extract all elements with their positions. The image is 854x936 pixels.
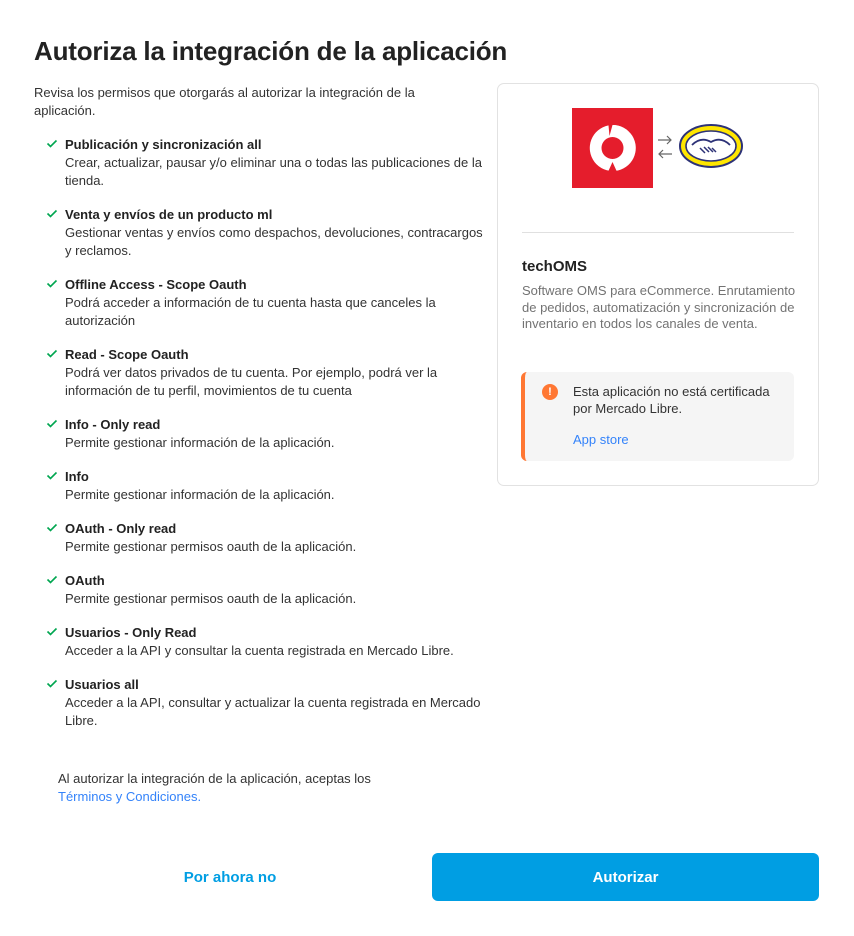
permission-description: Crear, actualizar, pausar y/o eliminar u… xyxy=(65,155,482,188)
permission-description: Permite gestionar permisos oauth de la a… xyxy=(65,539,357,554)
app-description: Software OMS para eCommerce. Enrutamient… xyxy=(522,283,796,331)
permission-title: Usuarios all xyxy=(65,677,139,692)
permission-item: Venta y envíos de un producto ml Gestion… xyxy=(46,206,486,260)
permissions-list: Publicación y sincronización all Crear, … xyxy=(46,136,486,746)
permission-item: OAuth - Only read Permite gestionar perm… xyxy=(46,520,486,556)
permission-description: Podrá ver datos privados de tu cuenta. P… xyxy=(65,365,438,398)
check-icon xyxy=(46,523,58,532)
permission-title: Read - Scope Oauth xyxy=(65,347,189,362)
app-info-card: techOMS Software OMS para eCommerce. Enr… xyxy=(497,83,819,486)
permission-title: Venta y envíos de un producto ml xyxy=(65,207,273,222)
permission-title: OAuth xyxy=(65,573,105,588)
warning-text: Esta aplicación no está certificada por … xyxy=(573,384,770,416)
permission-item: Usuarios - Only Read Acceder a la API y … xyxy=(46,624,486,660)
intro-text: Revisa los permisos que otorgarás al aut… xyxy=(34,85,415,118)
permission-title: OAuth - Only read xyxy=(65,521,177,536)
permission-description: Podrá acceder a información de tu cuenta… xyxy=(65,295,436,328)
terms-link[interactable]: Términos y Condiciones. xyxy=(58,788,458,806)
check-icon xyxy=(46,279,58,288)
permission-title: Info - Only read xyxy=(65,417,161,432)
permission-item: Offline Access - Scope Oauth Podrá acced… xyxy=(46,276,486,330)
check-icon xyxy=(46,209,58,218)
permission-item: Read - Scope Oauth Podrá ver datos priva… xyxy=(46,346,486,400)
permission-description: Acceder a la API, consultar y actualizar… xyxy=(65,695,481,728)
terms-notice: Al autorizar la integración de la aplica… xyxy=(58,770,458,806)
authorize-button[interactable]: Autorizar xyxy=(432,853,819,901)
page-title: Autoriza la integración de la aplicación xyxy=(34,36,508,66)
permission-item: Usuarios all Acceder a la API, consultar… xyxy=(46,676,486,730)
integration-logos xyxy=(572,108,752,190)
alert-icon: ! xyxy=(542,384,558,400)
permission-item: OAuth Permite gestionar permisos oauth d… xyxy=(46,572,486,608)
techoms-logo xyxy=(572,108,653,188)
check-icon xyxy=(46,419,58,428)
permission-item: Info - Only read Permite gestionar infor… xyxy=(46,416,486,452)
cancel-button[interactable]: Por ahora no xyxy=(96,853,364,901)
check-icon xyxy=(46,471,58,480)
permission-description: Acceder a la API y consultar la cuenta r… xyxy=(65,643,454,658)
permission-title: Publicación y sincronización all xyxy=(65,137,262,152)
permission-item: Info Permite gestionar información de la… xyxy=(46,468,486,504)
permission-title: Usuarios - Only Read xyxy=(65,625,197,640)
certification-warning: ! Esta aplicación no está certificada po… xyxy=(521,372,794,461)
permission-description: Permite gestionar información de la apli… xyxy=(65,435,335,450)
permission-description: Gestionar ventas y envíos como despachos… xyxy=(65,225,483,258)
permission-item: Publicación y sincronización all Crear, … xyxy=(46,136,486,190)
app-store-link[interactable]: App store xyxy=(573,432,629,447)
permission-description: Permite gestionar permisos oauth de la a… xyxy=(65,591,357,606)
permission-title: Info xyxy=(65,469,89,484)
permission-description: Permite gestionar información de la apli… xyxy=(65,487,335,502)
mercadolibre-handshake-logo xyxy=(679,124,743,168)
check-icon xyxy=(46,349,58,358)
check-icon xyxy=(46,679,58,688)
permission-title: Offline Access - Scope Oauth xyxy=(65,277,247,292)
exchange-arrows-icon xyxy=(658,135,672,159)
card-divider xyxy=(522,232,794,233)
app-name: techOMS xyxy=(522,258,588,275)
check-icon xyxy=(46,575,58,584)
terms-text: Al autorizar la integración de la aplica… xyxy=(58,771,371,786)
check-icon xyxy=(46,139,58,148)
check-icon xyxy=(46,627,58,636)
